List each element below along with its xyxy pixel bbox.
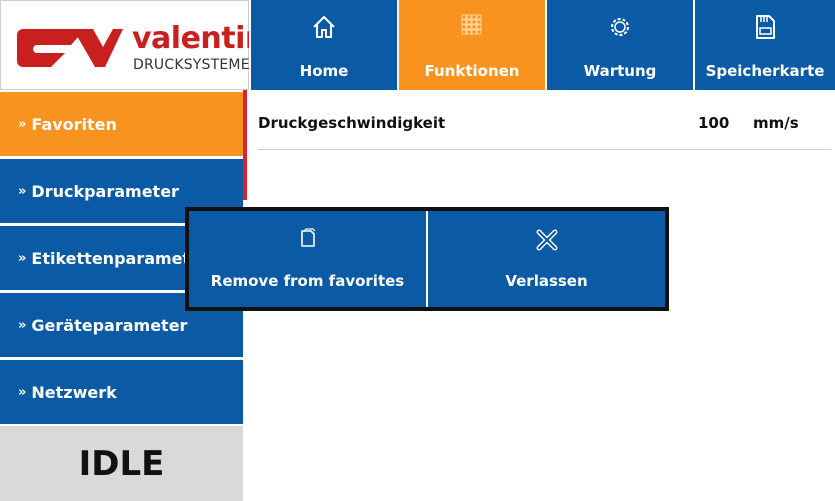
chevron-right-icon: » — [18, 250, 27, 266]
exit-button[interactable]: Verlassen — [426, 211, 665, 307]
tab-wartung[interactable]: Wartung — [545, 0, 693, 90]
home-icon — [313, 16, 335, 38]
top-navigation: Home Funktionen Wartung Speicherkarte — [249, 0, 835, 90]
chevron-right-icon: » — [18, 116, 27, 132]
parameter-name: Druckgeschwindigkeit — [258, 114, 446, 132]
context-popup: Remove from favorites Verlassen — [185, 207, 669, 311]
logo-name: valentin — [132, 21, 266, 56]
parameter-unit: mm/s — [753, 114, 799, 132]
sidebar-item-favoriten[interactable]: » Favoriten — [0, 90, 243, 156]
logo-subtitle: DRUCKSYSTEME — [133, 57, 250, 73]
parameter-value: 100 — [698, 114, 730, 132]
page-icon — [300, 228, 315, 247]
tab-funktionen[interactable]: Funktionen — [397, 0, 545, 90]
sidebar-item-netzwerk[interactable]: » Netzwerk — [0, 358, 243, 424]
tab-home[interactable]: Home — [249, 0, 397, 90]
status-text: IDLE — [78, 443, 165, 484]
sidebar-item-label: Etikettenparameter — [31, 248, 209, 268]
remove-from-favorites-label: Remove from favorites — [210, 272, 405, 290]
sidebar-item-label: Favoriten — [31, 114, 117, 134]
status-panel: IDLE — [0, 424, 243, 501]
gear-icon — [611, 18, 629, 36]
list-item[interactable]: Druckgeschwindigkeit 100 mm/s — [258, 110, 831, 150]
tab-wartung-label: Wartung — [583, 62, 657, 80]
tab-funktionen-label: Funktionen — [424, 62, 520, 80]
tab-speicherkarte-label: Speicherkarte — [705, 62, 825, 80]
grid-icon — [461, 14, 482, 35]
chevron-right-icon: » — [18, 183, 27, 199]
brand-logo: valentin DRUCKSYSTEME — [0, 0, 266, 90]
close-icon — [536, 229, 557, 251]
tab-home-label: Home — [299, 62, 349, 80]
exit-label: Verlassen — [505, 272, 588, 290]
tab-speicherkarte[interactable]: Speicherkarte — [693, 0, 835, 90]
sidebar-item-label: Druckparameter — [31, 181, 179, 201]
memory-card-icon — [756, 15, 775, 39]
chevron-right-icon: » — [18, 317, 27, 333]
cv-logo-icon — [17, 29, 123, 67]
sidebar-item-label: Geräteparameter — [31, 315, 188, 335]
selection-divider — [243, 90, 247, 200]
remove-from-favorites-button[interactable]: Remove from favorites — [189, 211, 426, 307]
chevron-right-icon: » — [18, 384, 27, 400]
sidebar-item-label: Netzwerk — [31, 382, 117, 402]
